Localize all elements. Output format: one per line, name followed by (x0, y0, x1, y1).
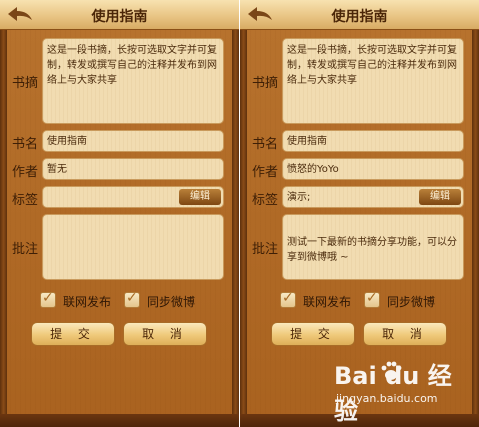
sync-weibo-label: 同步微博 (387, 295, 436, 309)
page-title: 使用指南 (331, 9, 388, 25)
post-online-checkbox[interactable]: ✓ (40, 290, 56, 308)
notes-label: 批注 (252, 242, 279, 257)
excerpt-label: 书摘 (252, 76, 279, 91)
baidu-jingyan-watermark: Bai du 经验 jingyan.baidu.com (330, 356, 470, 425)
excerpt-text[interactable]: 这是一段书摘，长按可选取文字并可复制，转发或撰写自己的注释并发布到网络上与大家共… (282, 38, 464, 124)
submit-button[interactable]: 提 交 (271, 322, 355, 346)
submit-button[interactable]: 提 交 (31, 322, 115, 346)
wood-base (0, 414, 239, 427)
book-name-label: 书名 (252, 137, 279, 152)
notes-field[interactable]: 测试一下最新的书摘分享功能，可以分享到微博哦 ~ (282, 214, 464, 280)
sync-weibo-checkbox[interactable]: ✓ (364, 290, 380, 308)
author-field[interactable]: 愤怒的YoYo (282, 158, 464, 180)
sync-weibo-label: 同步微博 (147, 295, 196, 309)
wood-rail-right (472, 30, 479, 427)
cancel-button[interactable]: 取 消 (363, 322, 447, 346)
title-bar: 使用指南 (240, 0, 479, 30)
tags-field[interactable]: 演示; 编辑 (282, 186, 464, 208)
excerpt-label: 书摘 (12, 76, 39, 91)
edit-tags-button[interactable]: 编辑 (419, 189, 461, 205)
book-name-field[interactable]: 使用指南 (42, 130, 224, 152)
wood-rail-right (232, 30, 239, 427)
post-online-label: 联网发布 (63, 295, 112, 309)
book-name-field[interactable]: 使用指南 (282, 130, 464, 152)
notes-label: 批注 (12, 242, 39, 257)
watermark-brand: Bai du 经验 (334, 362, 452, 425)
tags-value: 演示; (287, 192, 311, 203)
notes-field[interactable] (42, 214, 224, 280)
post-online-checkbox[interactable]: ✓ (280, 290, 296, 308)
post-online-label: 联网发布 (303, 295, 352, 309)
excerpt-text[interactable]: 这是一段书摘，长按可选取文字并可复制，转发或撰写自己的注释并发布到网络上与大家共… (42, 38, 224, 124)
author-label: 作者 (252, 165, 279, 180)
wood-rail-left (240, 30, 247, 427)
baidu-paw-icon (381, 361, 402, 380)
edit-tags-button[interactable]: 编辑 (179, 189, 221, 205)
watermark-site: jingyan.baidu.com (336, 392, 438, 405)
left-screen: 使用指南 书摘 这是一段书摘，长按可选取文字并可复制，转发或撰写自己的注释并发布… (0, 0, 239, 427)
wood-rail-left (0, 30, 7, 427)
author-label: 作者 (12, 165, 39, 180)
tags-label: 标签 (252, 193, 279, 208)
checkmark-icon: ✓ (282, 290, 294, 306)
tags-field[interactable]: 编辑 (42, 186, 224, 208)
book-name-label: 书名 (12, 137, 39, 152)
sync-weibo-checkbox[interactable]: ✓ (124, 290, 140, 308)
cancel-button[interactable]: 取 消 (123, 322, 207, 346)
checkmark-icon: ✓ (42, 290, 54, 306)
tags-label: 标签 (12, 193, 39, 208)
checkmark-icon: ✓ (126, 290, 138, 306)
checkmark-icon: ✓ (366, 290, 378, 306)
title-bar: 使用指南 (0, 0, 239, 30)
author-field[interactable]: 暂无 (42, 158, 224, 180)
page-title: 使用指南 (91, 9, 148, 25)
